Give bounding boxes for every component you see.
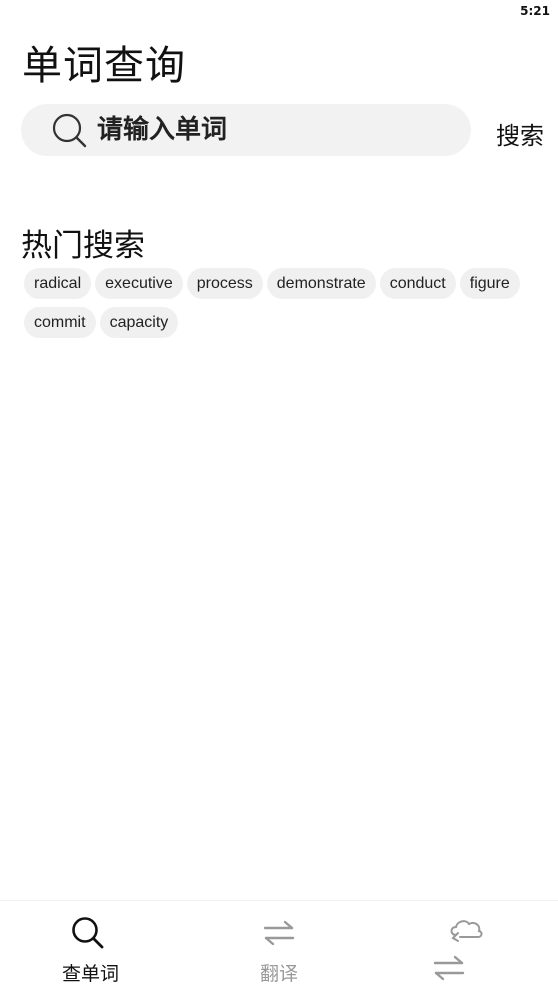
swap-arrows-icon: [263, 920, 295, 946]
search-icon: [72, 917, 104, 949]
hot-tag[interactable]: conduct: [379, 268, 456, 299]
nav-item-label: 翻译: [260, 963, 299, 985]
nav-item-label: 查单词: [62, 963, 120, 985]
status-time: 5:21: [520, 4, 550, 18]
hot-tag[interactable]: capacity: [99, 307, 179, 338]
cloud-icon: [450, 920, 483, 942]
search-input[interactable]: [97, 112, 457, 148]
hot-search-tags: radical executive process demonstrate co…: [24, 268, 544, 338]
bottom-nav: 查单词 翻译: [0, 900, 558, 993]
hot-tag[interactable]: figure: [459, 268, 520, 299]
search-button[interactable]: 搜索: [496, 116, 544, 151]
page-title: 单词查询: [22, 43, 186, 89]
hot-tag[interactable]: executive: [95, 268, 183, 299]
nav-item-translate[interactable]: 翻译: [240, 901, 320, 993]
nav-item-cloud[interactable]: [420, 901, 500, 993]
hot-tag[interactable]: commit: [24, 307, 96, 338]
hot-tag[interactable]: demonstrate: [266, 268, 376, 299]
hot-tag[interactable]: process: [186, 268, 263, 299]
status-bar: 5:21: [0, 0, 558, 24]
swap-arrows-icon: [433, 955, 465, 981]
search-box[interactable]: [21, 104, 471, 156]
hot-tag[interactable]: radical: [24, 268, 92, 299]
nav-item-lookup[interactable]: 查单词: [50, 901, 140, 993]
hot-search-title: 热门搜索: [21, 228, 145, 264]
search-icon: [52, 113, 87, 148]
